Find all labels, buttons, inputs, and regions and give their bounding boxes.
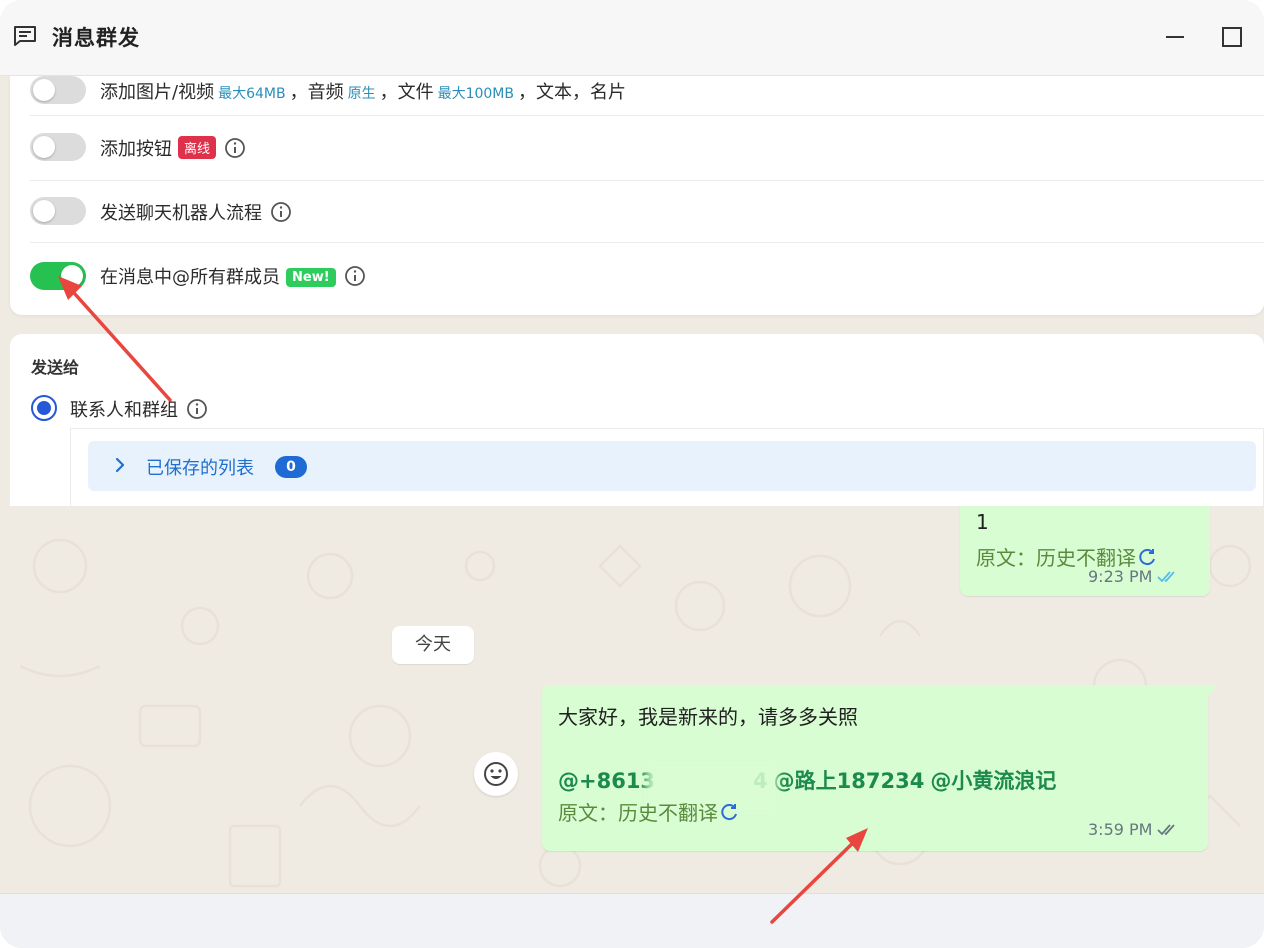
date-separator: 今天 bbox=[392, 626, 474, 664]
message-mentions: @+86134@路上187234@小黄流浪记 bbox=[558, 765, 1062, 795]
emoji-icon bbox=[484, 762, 508, 786]
option-chatbot: 发送聊天机器人流程 bbox=[30, 181, 1264, 243]
message-square-icon bbox=[14, 26, 36, 46]
send-to-card: 发送给 联系人和群组 已保存的列表 0 bbox=[10, 334, 1264, 506]
message-text: 1 bbox=[976, 510, 989, 534]
double-check-icon bbox=[1157, 824, 1176, 836]
original-text-label: 原文：历史不翻译 bbox=[558, 797, 740, 826]
message-time: 3:59 PM bbox=[1088, 820, 1180, 839]
options-card: 添加图片/视频 最大64MB ，音频 原生 ，文件 最大100MB ，文本，名片 添加按钮离… bbox=[10, 76, 1264, 315]
mention-user-2[interactable]: @小黄流浪记 bbox=[930, 769, 1056, 793]
info-icon[interactable] bbox=[186, 398, 208, 420]
send-to-title: 发送给 bbox=[31, 358, 80, 377]
chat-footer bbox=[0, 893, 1264, 948]
saved-list-panel: 已保存的列表 0 bbox=[70, 428, 1264, 506]
option-media-label: 添加图片/视频 最大64MB ，音频 原生 ，文件 最大100MB ，文本，名片 bbox=[100, 82, 626, 103]
app-window: 消息群发 添加图片/视频 最大64MB ，音频 原生 ，文件 最大100MB ，文本，名片 … bbox=[0, 0, 1264, 948]
saved-list-toggle[interactable]: 已保存的列表 0 bbox=[88, 441, 1256, 491]
refresh-icon[interactable] bbox=[720, 802, 740, 822]
mention-all-toggle[interactable] bbox=[30, 262, 86, 290]
info-icon[interactable] bbox=[344, 265, 366, 287]
option-mention-all-label: 在消息中@所有群成员 New! bbox=[100, 263, 366, 289]
option-buttons-label: 添加按钮 离线 bbox=[100, 135, 246, 161]
new-badge: New! bbox=[286, 268, 336, 287]
double-check-icon bbox=[1157, 571, 1176, 583]
message-bubble-sent[interactable]: 大家好，我是新来的，请多多关照 @+86134@路上187234@小黄流浪记 原… bbox=[542, 685, 1208, 851]
title-bar: 消息群发 bbox=[0, 0, 1264, 76]
maximize-icon[interactable] bbox=[1219, 24, 1245, 50]
message-bubble-previous[interactable]: 1 原文：历史不翻译 9:23 PM bbox=[960, 506, 1210, 596]
chevron-right-icon bbox=[115, 457, 125, 473]
contacts-groups-radio[interactable] bbox=[31, 395, 57, 421]
chat-area: 1 原文：历史不翻译 9:23 PM 今天 大家好，我是新来的，请多多关照 @+… bbox=[0, 506, 1264, 893]
bubble-tail bbox=[1200, 685, 1218, 700]
window-title: 消息群发 bbox=[52, 26, 140, 50]
refresh-icon[interactable] bbox=[1138, 547, 1158, 567]
option-mention-all: 在消息中@所有群成员 New! bbox=[30, 243, 1264, 315]
info-icon[interactable] bbox=[224, 137, 246, 159]
option-chatbot-label: 发送聊天机器人流程 bbox=[100, 199, 292, 225]
mention-user-1[interactable]: @路上187234 bbox=[774, 769, 925, 793]
saved-list-label: 已保存的列表 bbox=[146, 458, 254, 479]
saved-list-count: 0 bbox=[275, 456, 307, 478]
message-time: 9:23 PM bbox=[1088, 567, 1180, 586]
option-media: 添加图片/视频 最大64MB ，音频 原生 ，文件 最大100MB ，文本，名片 bbox=[30, 76, 1264, 116]
chatbot-toggle[interactable] bbox=[30, 197, 86, 225]
contacts-groups-label[interactable]: 联系人和群组 bbox=[70, 396, 208, 422]
message-text: 大家好，我是新来的，请多多关照 bbox=[558, 705, 858, 729]
offline-badge: 离线 bbox=[178, 136, 217, 159]
option-buttons: 添加按钮 离线 bbox=[30, 116, 1264, 181]
buttons-toggle[interactable] bbox=[30, 133, 86, 161]
mention-phone[interactable]: @+8613 bbox=[558, 769, 655, 793]
emoji-reaction-button[interactable] bbox=[474, 752, 518, 796]
info-icon[interactable] bbox=[270, 201, 292, 223]
minimize-icon[interactable] bbox=[1162, 24, 1188, 50]
media-toggle[interactable] bbox=[30, 76, 86, 104]
